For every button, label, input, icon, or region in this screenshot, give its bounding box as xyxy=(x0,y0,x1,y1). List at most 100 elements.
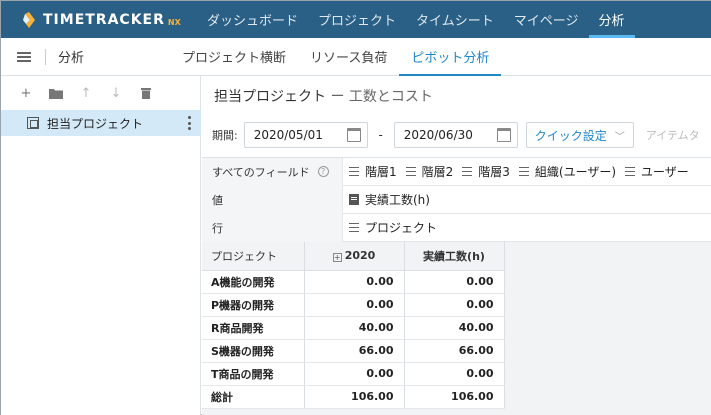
main-nav: ダッシュボード プロジェクト タイムシート マイページ 分析 xyxy=(197,1,635,38)
top-navbar: TIMETRACKER NX ダッシュボード プロジェクト タイムシート マイペ… xyxy=(1,1,711,38)
pivot-table: プロジェクト +2020 実績工数(h) A機能の開発 0.00 0.00 P機… xyxy=(202,242,505,409)
date-from-value: 2020/05/01 xyxy=(253,128,323,142)
quick-settings-dropdown[interactable]: クイック設定 ﹀ xyxy=(525,122,634,148)
all-fields-label: すべてのフィールド xyxy=(212,165,310,179)
page-label: 分析 xyxy=(58,51,85,66)
cell-year: 0.00 xyxy=(304,293,405,317)
cell-value: 0.00 xyxy=(404,293,505,317)
help-icon[interactable]: ? xyxy=(317,166,329,177)
total-row: 総計 106.00 106.00 xyxy=(202,385,505,409)
cell-year: 0.00 xyxy=(304,270,405,294)
nav-project[interactable]: プロジェクト xyxy=(308,1,406,38)
field-chip-label: 階層1 xyxy=(365,165,397,179)
field-chip[interactable]: ユーザー xyxy=(625,163,689,180)
cell-year: 0.00 xyxy=(304,362,405,386)
sidebar-item-label: 担当プロジェクト xyxy=(47,116,144,131)
sidebar-item-assigned-project[interactable]: 担当プロジェクト xyxy=(1,110,201,136)
value-chip[interactable]: 実績工数(h) xyxy=(349,191,430,208)
sidebar-toolbar: + ↑ ↓ xyxy=(1,76,200,110)
all-fields-header: すべてのフィールド ? xyxy=(202,157,343,186)
sub-header: 分析 プロジェクト横断 リソース負荷 ピボット分析 xyxy=(1,38,711,76)
period-bar: 期間: 2020/05/01 - 2020/06/30 クイック設定 ﹀ アイテ… xyxy=(202,122,700,148)
pivot-field-config: すべてのフィールド ? 階層1 階層2 階層3 組織(ユーザー) ユーザー 値 … xyxy=(202,157,711,242)
quick-settings-label: クイック設定 xyxy=(534,128,607,143)
app-logo[interactable]: TIMETRACKER NX xyxy=(1,1,197,38)
drag-handle-icon xyxy=(349,167,359,176)
row-chip-label: プロジェクト xyxy=(365,221,438,235)
analysis-tabs: プロジェクト横断 リソース負荷 ピボット分析 xyxy=(170,38,502,76)
brand-suffix: NX xyxy=(167,18,181,27)
cell-year: 106.00 xyxy=(304,385,405,409)
title-main: 担当プロジェクト xyxy=(214,89,326,105)
chevron-down-icon: ﹀ xyxy=(614,131,625,143)
values-row: 値 実績工数(h) xyxy=(202,185,711,214)
main-content: 担当プロジェクト ー 工数とコスト 期間: 2020/05/01 - 2020/… xyxy=(202,76,711,415)
row-name: A機能の開発 xyxy=(202,270,305,294)
document-icon xyxy=(349,194,359,205)
cell-value: 40.00 xyxy=(404,316,505,340)
trash-icon[interactable] xyxy=(131,83,161,103)
tab-resource-load[interactable]: リソース負荷 xyxy=(298,38,399,76)
arrow-up-icon[interactable]: ↑ xyxy=(71,83,101,103)
row-chip[interactable]: プロジェクト xyxy=(349,219,437,236)
row-name: 総計 xyxy=(202,385,305,409)
arrow-down-icon[interactable]: ↓ xyxy=(101,83,131,103)
field-chip[interactable]: 階層1 xyxy=(349,163,397,180)
menu-icon[interactable] xyxy=(17,51,31,62)
table-row: T商品の開発 0.00 0.00 xyxy=(202,362,505,386)
cell-year: 66.00 xyxy=(304,339,405,363)
field-chip-label: ユーザー xyxy=(641,165,689,179)
table-row: R商品開発 40.00 40.00 xyxy=(202,316,505,340)
field-chip-label: 組織(ユーザー) xyxy=(534,165,617,179)
more-options-icon[interactable] xyxy=(188,116,191,130)
divider xyxy=(45,48,46,65)
cell-year: 40.00 xyxy=(304,316,405,340)
date-to-field[interactable]: 2020/06/30 xyxy=(393,122,518,148)
logo-icon xyxy=(23,11,35,28)
nav-analysis[interactable]: 分析 xyxy=(588,1,635,38)
field-chip[interactable]: 階層2 xyxy=(405,163,454,180)
tab-pivot-analysis[interactable]: ピボット分析 xyxy=(399,38,502,76)
page-title: 担当プロジェクト ー 工数とコスト xyxy=(214,86,433,106)
column-header-value[interactable]: 実績工数(h) xyxy=(404,242,505,271)
column-header-year[interactable]: +2020 xyxy=(304,242,405,271)
expand-icon[interactable]: + xyxy=(332,253,342,263)
rows-row: 行 プロジェクト xyxy=(202,213,711,242)
nav-dashboard[interactable]: ダッシュボード xyxy=(197,1,308,38)
values-header: 値 xyxy=(202,185,343,214)
year-label: 2020 xyxy=(344,249,376,263)
calendar-icon[interactable] xyxy=(346,128,361,142)
plus-icon[interactable]: + xyxy=(11,83,41,103)
cell-value: 106.00 xyxy=(404,385,505,409)
row-name: P機器の開発 xyxy=(202,293,305,317)
date-from-field[interactable]: 2020/05/01 xyxy=(243,122,368,148)
field-chip-label: 階層2 xyxy=(421,165,454,179)
values-list: 実績工数(h) xyxy=(343,191,439,208)
calendar-icon[interactable] xyxy=(496,128,511,142)
brand-name: TIMETRACKER xyxy=(43,11,165,28)
cell-value: 0.00 xyxy=(404,270,505,294)
sidebar: + ↑ ↓ 担当プロジェクト xyxy=(1,76,201,415)
tab-cross-project[interactable]: プロジェクト横断 xyxy=(170,38,298,76)
date-to-value: 2020/06/30 xyxy=(403,128,473,142)
drag-handle-icon xyxy=(405,167,416,176)
table-row: P機器の開発 0.00 0.00 xyxy=(202,293,505,317)
pivot-icon xyxy=(27,117,39,129)
nav-timesheet[interactable]: タイムシート xyxy=(406,1,504,38)
title-sub: 工数とコスト xyxy=(348,89,433,105)
drag-handle-icon xyxy=(518,167,529,176)
item-type-label[interactable]: アイテムタ xyxy=(646,127,700,143)
field-chip[interactable]: 組織(ユーザー) xyxy=(518,163,617,180)
drag-handle-icon xyxy=(349,223,359,232)
column-header-project[interactable]: プロジェクト xyxy=(202,242,305,271)
value-chip-label: 実績工数(h) xyxy=(365,193,430,207)
nav-mypage[interactable]: マイページ xyxy=(504,1,589,38)
field-chip[interactable]: 階層3 xyxy=(462,163,510,180)
folder-icon[interactable] xyxy=(41,83,71,103)
all-fields-list: 階層1 階層2 階層3 組織(ユーザー) ユーザー xyxy=(343,163,698,180)
all-fields-row: すべてのフィールド ? 階層1 階層2 階層3 組織(ユーザー) ユーザー xyxy=(202,157,711,186)
cell-value: 66.00 xyxy=(404,339,505,363)
period-label: 期間: xyxy=(212,129,238,142)
row-name: T商品の開発 xyxy=(202,362,305,386)
field-chip-label: 階層3 xyxy=(478,165,510,179)
